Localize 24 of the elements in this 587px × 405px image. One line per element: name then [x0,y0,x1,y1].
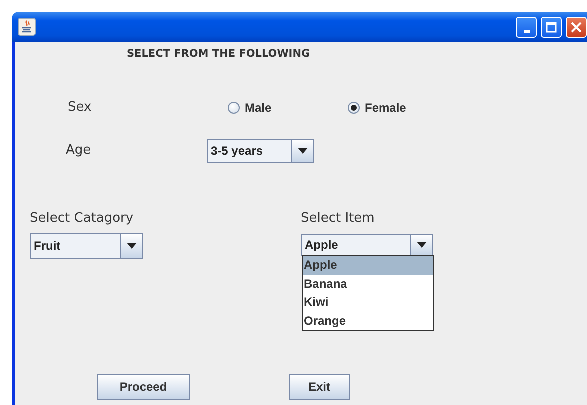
caret-icon [126,243,136,249]
minimize-button[interactable] [516,16,537,38]
field-label: Age [66,143,92,159]
caret-icon [416,242,426,248]
dropdown[interactable]: 3-5 years [207,139,314,163]
cup-icon [18,18,36,36]
action-button[interactable]: Exit [289,374,350,400]
list-item[interactable]: Apple [303,256,433,274]
maximize-icon [546,22,557,32]
radio-option[interactable]: Male [228,101,348,115]
dropdown[interactable]: Fruit [30,233,143,259]
caret-icon [298,148,308,154]
radio-button[interactable] [348,102,360,114]
radio-option[interactable]: Female [348,101,406,115]
radio-button[interactable] [228,102,240,114]
close-button[interactable] [566,16,587,38]
action-button[interactable]: Proceed [97,374,190,400]
close-icon [571,22,582,32]
minimize-icon [524,30,530,32]
heading: SELECT FROM THE FOLLOWING [127,47,312,62]
field-label: Select Item [301,211,375,227]
field-label: Sex [68,100,93,116]
field-label: Select Catagory [30,211,134,227]
maximize-button[interactable] [541,16,562,38]
